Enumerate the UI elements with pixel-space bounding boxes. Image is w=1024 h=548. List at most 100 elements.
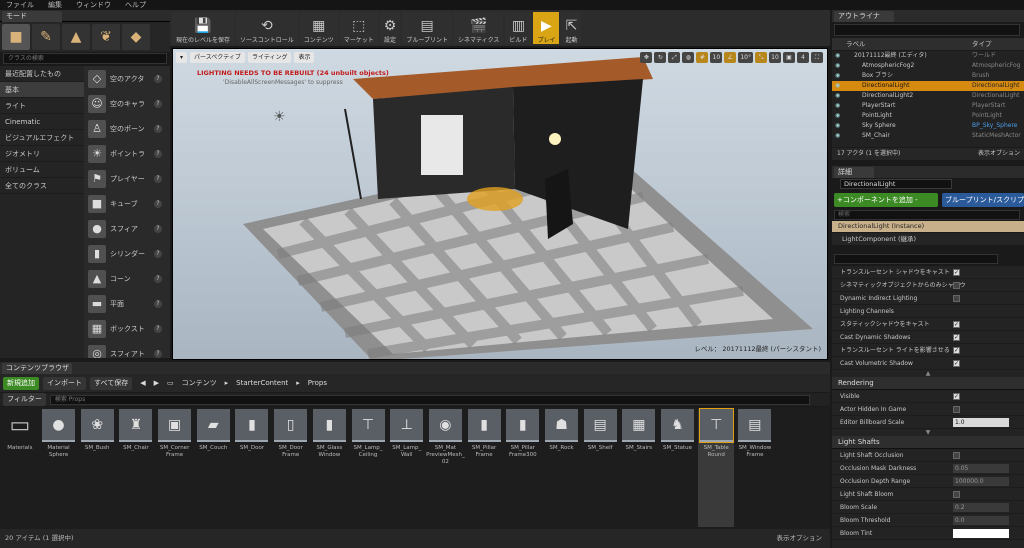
asset-tile[interactable]: ▭ Materials — [2, 409, 38, 527]
breadcrumb-startercontent[interactable]: StarterContent — [236, 379, 288, 387]
property-checkbox[interactable]: ✓ — [953, 334, 960, 341]
visibility-eye-icon[interactable]: ◉ — [835, 131, 840, 141]
asset-tile[interactable]: ♞ SM_Statue — [660, 409, 696, 527]
outliner-row[interactable]: ◉ PlayerStart PlayerStart — [832, 101, 1024, 111]
place-item[interactable]: ▲ コーン? — [84, 266, 170, 291]
property-value[interactable]: 1.0 — [953, 418, 1009, 427]
toolbar-button[interactable]: ⟲ ソースコントロール — [236, 12, 298, 44]
place-item[interactable]: ▬ 平面? — [84, 291, 170, 316]
asset-tile[interactable]: ● Material Sphere — [41, 409, 77, 527]
add-new-button[interactable]: 新規追加 — [3, 376, 39, 390]
maximize-icon[interactable]: ⛶ — [811, 52, 823, 63]
camera-speed-icon[interactable]: ▣ — [783, 52, 795, 63]
add-component-button[interactable]: +コンポーネントを追加 - — [834, 193, 938, 207]
asset-tile[interactable]: ◉ SM_Mat PreviewMesh_ 02 — [426, 409, 465, 527]
toolbar-button[interactable]: ⚙ 設定 — [379, 12, 401, 44]
actor-type[interactable]: BP_Sky_Sphere — [972, 121, 1018, 131]
asset-tile[interactable]: ▣ SM_Corner Frame — [157, 409, 193, 527]
place-item[interactable]: ■ キューブ? — [84, 191, 170, 216]
import-button[interactable]: インポート — [43, 376, 86, 390]
outliner-row[interactable]: ◉ AtmosphericFog2 AtmosphericFog — [832, 61, 1024, 71]
property-checkbox[interactable] — [953, 452, 960, 459]
toolbar-button[interactable]: ▤ ブループリント — [402, 12, 452, 44]
paint-mode-icon[interactable]: ✎ — [32, 24, 60, 50]
asset-tile[interactable]: ▤ SM_Shelf — [582, 409, 618, 527]
forward-icon[interactable]: ▶ — [154, 379, 159, 387]
col-label[interactable]: ラベル — [846, 38, 866, 50]
details-search-input[interactable] — [834, 254, 998, 264]
breadcrumb-content[interactable]: コンテンツ — [182, 378, 217, 388]
show-button[interactable]: 表示 — [294, 52, 315, 63]
breadcrumb-props[interactable]: Props — [308, 379, 327, 387]
expand-arrow-icon[interactable]: ▼ — [832, 429, 1024, 436]
foliage-mode-icon[interactable]: ❦ — [92, 24, 120, 50]
asset-tile[interactable]: ⊤ SM_Table Round — [698, 408, 735, 527]
lighting-button[interactable]: ライティング — [247, 52, 292, 63]
help-icon[interactable]: ? — [154, 249, 162, 258]
place-item[interactable]: ☺ 空のキャラ? — [84, 91, 170, 116]
help-icon[interactable]: ? — [154, 324, 162, 333]
help-icon[interactable]: ? — [154, 124, 162, 133]
visibility-eye-icon[interactable]: ◉ — [835, 51, 840, 61]
visibility-eye-icon[interactable]: ◉ — [835, 121, 840, 131]
place-item[interactable]: ⚑ プレイヤー? — [84, 166, 170, 191]
scale-icon[interactable]: ⤢ — [668, 52, 681, 63]
toolbar-button[interactable]: ⬚ マーケット — [339, 12, 378, 44]
category-item[interactable]: ライト — [0, 98, 84, 114]
asset-tile[interactable]: ▮ SM_Door — [234, 409, 270, 527]
asset-tile[interactable]: ▯ SM_Door Frame — [273, 409, 309, 527]
help-icon[interactable]: ? — [154, 199, 162, 208]
place-item[interactable]: ◎ スフィアト? — [84, 341, 170, 358]
property-checkbox[interactable] — [953, 406, 960, 413]
asset-search-input[interactable]: 検索 Props — [49, 394, 810, 405]
help-icon[interactable]: ? — [154, 149, 162, 158]
toolbar-button[interactable]: ⇱ 起動 — [561, 12, 582, 44]
asset-tile[interactable]: ▤ SM_Window Frame — [737, 409, 773, 527]
modes-tab[interactable]: モード — [2, 11, 62, 22]
outliner-row[interactable]: ◉ 20171112最終 (エディタ) ワールド — [832, 51, 1024, 61]
outliner-row[interactable]: ◉ Box ブラシ Brush — [832, 71, 1024, 81]
asset-tile[interactable]: ▰ SM_Couch — [195, 409, 231, 527]
outliner-tab[interactable]: アウトライナ — [834, 11, 894, 22]
help-icon[interactable]: ? — [154, 224, 162, 233]
section-light-shafts[interactable]: Light Shafts — [832, 436, 1024, 449]
outliner-search-input[interactable] — [834, 24, 1020, 36]
toolbar-button[interactable]: 💾 現在のレベルを保存 — [172, 12, 235, 44]
actor-name-field[interactable]: DirectionalLight — [840, 179, 952, 189]
property-value[interactable] — [953, 529, 1009, 538]
property-value[interactable]: 0.2 — [953, 503, 1009, 512]
filter-button[interactable]: フィルター — [3, 393, 46, 406]
asset-tile[interactable]: ☗ SM_Rock — [544, 409, 580, 527]
component-search-input[interactable]: 検索 — [834, 210, 1020, 220]
scale-snap-value[interactable]: 10 — [769, 52, 781, 63]
outliner-view-options[interactable]: 表示オプション — [978, 148, 1020, 160]
property-value[interactable]: 0.05 — [953, 464, 1009, 473]
section-rendering[interactable]: Rendering — [832, 377, 1024, 390]
help-icon[interactable]: ? — [154, 174, 162, 183]
rot-snap-value[interactable]: 10° — [738, 52, 753, 63]
help-icon[interactable]: ? — [154, 299, 162, 308]
translate-icon[interactable]: ✥ — [640, 52, 653, 63]
place-mode-icon[interactable]: ■ — [2, 24, 30, 50]
place-item[interactable]: ♙ 空のポーン? — [84, 116, 170, 141]
help-icon[interactable]: ? — [154, 74, 162, 83]
outliner-row[interactable]: ◉ DirectionalLight DirectionalLight — [832, 81, 1024, 91]
menu-file[interactable]: ファイル — [6, 0, 34, 10]
level-viewport[interactable]: ☀ ▾ パースペクティブ ライティング 表示 ✥ ↻ ⤢ ◍ # 10 ∠ 10… — [172, 48, 828, 360]
world-icon[interactable]: ◍ — [682, 52, 695, 63]
back-icon[interactable]: ◀ — [140, 379, 145, 387]
rot-snap-icon[interactable]: ∠ — [724, 52, 737, 63]
property-checkbox[interactable]: ✓ — [953, 360, 960, 367]
visibility-eye-icon[interactable]: ◉ — [835, 81, 840, 91]
category-item[interactable]: ボリューム — [0, 162, 84, 178]
property-checkbox[interactable]: ✓ — [953, 393, 960, 400]
perspective-button[interactable]: パースペクティブ — [190, 52, 245, 63]
asset-tile[interactable]: ♜ SM_Chair — [118, 409, 154, 527]
visibility-eye-icon[interactable]: ◉ — [835, 91, 840, 101]
view-options-button[interactable]: 表示オプション — [777, 529, 823, 548]
outliner-row[interactable]: ◉ SM_Chair StaticMeshActor — [832, 131, 1024, 141]
col-type[interactable]: タイプ — [972, 38, 992, 50]
category-item[interactable]: 基本 — [0, 82, 84, 98]
toolbar-button[interactable]: ▦ コンテンツ — [299, 12, 338, 44]
grid-snap-value[interactable]: 10 — [710, 52, 723, 63]
